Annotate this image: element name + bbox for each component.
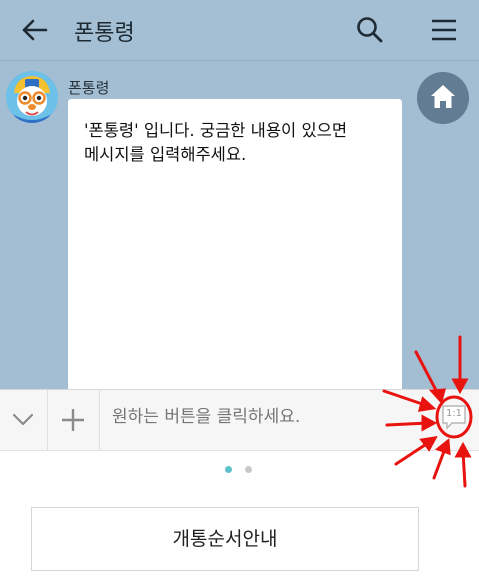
penguin-character-avatar-icon xyxy=(6,71,58,123)
message-line: 메시지를 입력해주세요. xyxy=(84,145,247,164)
collapse-button[interactable] xyxy=(0,390,48,450)
one-to-one-chat-button[interactable]: 1:1 xyxy=(441,404,467,430)
back-button[interactable] xyxy=(18,14,52,46)
menu-button[interactable] xyxy=(428,14,460,46)
message-bubble: '폰통령' 입니다. 궁금한 내용이 있으면 메시지를 입력해주세요. xyxy=(68,99,402,389)
page-dot-active[interactable] xyxy=(225,466,232,473)
plus-icon xyxy=(62,409,84,431)
chevron-down-icon xyxy=(12,413,34,426)
top-bar: 폰통령 xyxy=(0,0,479,61)
chat-area[interactable]: 폰통령 '폰통령' 입니다. 궁금한 내용이 있으면 메시지를 입력해주세요. xyxy=(0,61,479,389)
message-line: '폰통령' 입니다. 궁금한 내용이 있으면 xyxy=(84,121,347,140)
input-bar xyxy=(0,389,479,451)
message-input[interactable] xyxy=(112,407,422,427)
arrow-left-icon xyxy=(22,19,48,41)
sender-name: 폰통령 xyxy=(68,79,110,97)
search-icon xyxy=(357,17,383,43)
page-title: 폰통령 xyxy=(74,21,135,46)
page-dot[interactable] xyxy=(245,466,252,473)
hamburger-menu-icon xyxy=(432,19,456,41)
quick-reply-button[interactable]: 개통순서안내 xyxy=(31,507,419,571)
avatar[interactable] xyxy=(6,71,58,123)
add-attachment-button[interactable] xyxy=(48,390,100,450)
search-button[interactable] xyxy=(354,14,386,46)
chat-mode-label: 1:1 xyxy=(445,408,463,419)
pointer-arrow xyxy=(461,449,467,488)
home-icon xyxy=(431,85,455,108)
home-button[interactable] xyxy=(417,72,469,124)
